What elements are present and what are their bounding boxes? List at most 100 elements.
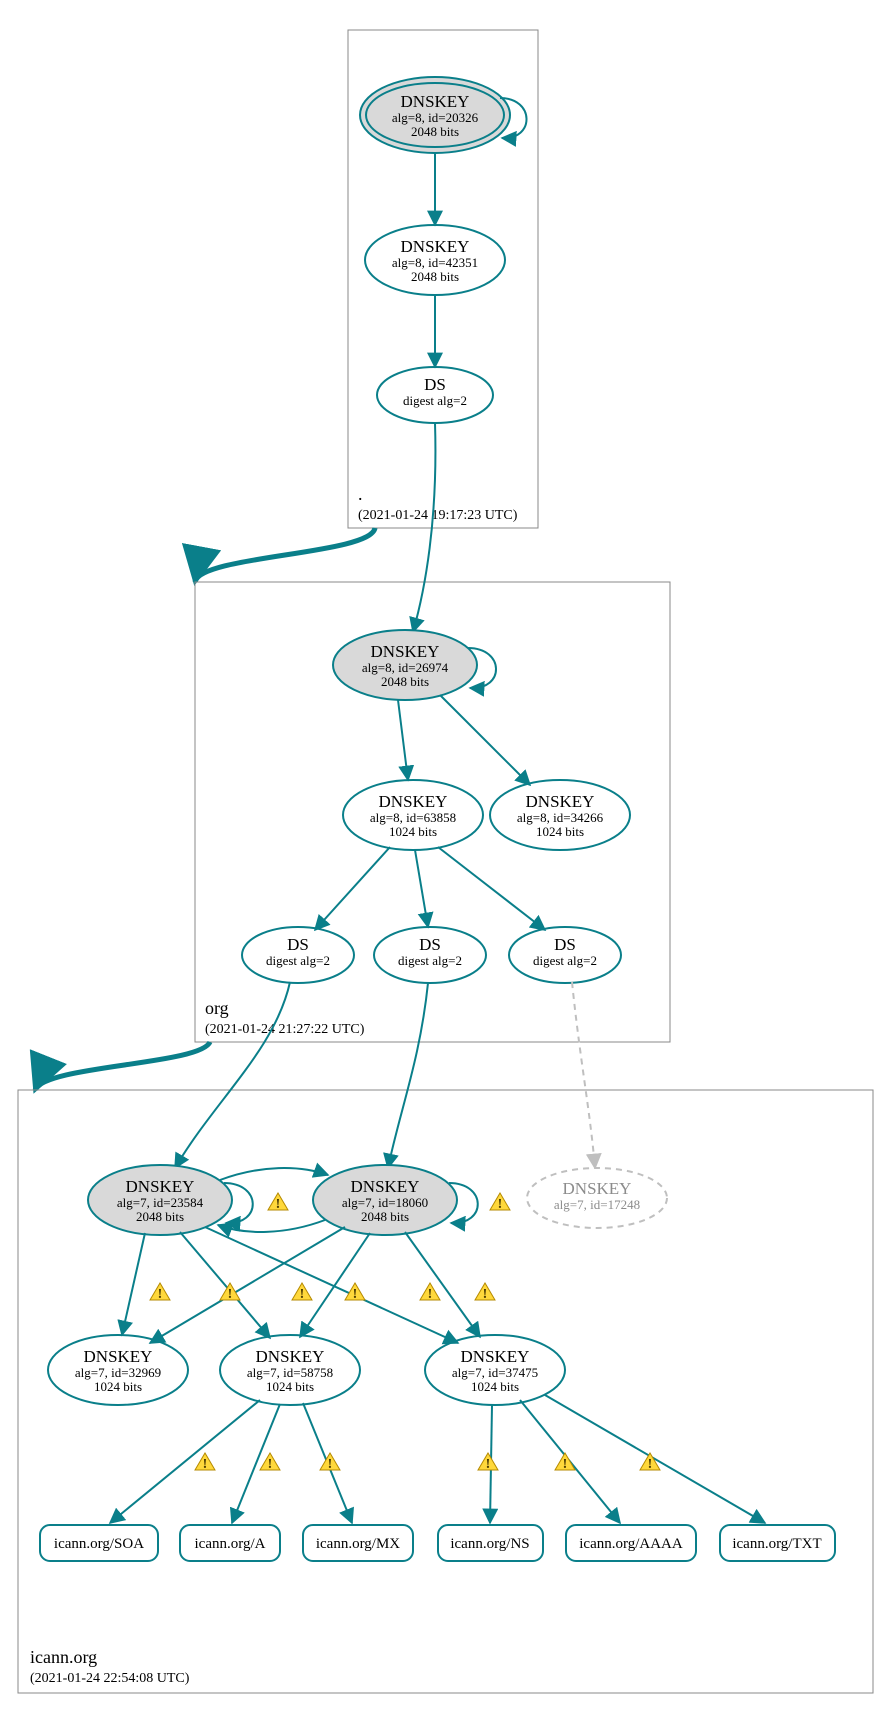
svg-text:DNSKEY: DNSKEY bbox=[401, 237, 470, 256]
svg-text:icann.org/NS: icann.org/NS bbox=[450, 1536, 529, 1552]
node-org-ds3[interactable]: DS digest alg=2 bbox=[509, 927, 621, 983]
zone-root-date: (2021-01-24 19:17:23 UTC) bbox=[358, 508, 518, 523]
svg-text:!: ! bbox=[428, 1287, 433, 1302]
zone-icann-name: icann.org bbox=[30, 1647, 97, 1667]
node-icann-ksk1[interactable]: DNSKEY alg=7, id=23584 2048 bits bbox=[88, 1165, 232, 1235]
svg-text:icann.org/SOA: icann.org/SOA bbox=[54, 1536, 144, 1552]
svg-text:2048 bits: 2048 bits bbox=[361, 1209, 409, 1224]
svg-text:DNSKEY: DNSKEY bbox=[256, 1347, 325, 1366]
svg-text:DNSKEY: DNSKEY bbox=[84, 1347, 153, 1366]
svg-text:DNSKEY: DNSKEY bbox=[126, 1177, 195, 1196]
warning-icon: ! bbox=[268, 1193, 288, 1212]
node-root-ds[interactable]: DS digest alg=2 bbox=[377, 367, 493, 423]
warning-icon: ! bbox=[420, 1283, 440, 1302]
svg-text:1024 bits: 1024 bits bbox=[266, 1379, 314, 1394]
zone-org-name: org bbox=[205, 998, 229, 1018]
svg-text:alg=7, id=37475: alg=7, id=37475 bbox=[452, 1365, 538, 1380]
svg-text:digest alg=2: digest alg=2 bbox=[403, 393, 467, 408]
node-rr-mx[interactable]: icann.org/MX bbox=[303, 1525, 413, 1561]
svg-text:digest alg=2: digest alg=2 bbox=[398, 953, 462, 968]
node-root-ksk[interactable]: DNSKEY alg=8, id=20326 2048 bits bbox=[360, 77, 510, 153]
svg-text:alg=7, id=23584: alg=7, id=23584 bbox=[117, 1195, 204, 1210]
svg-text:alg=7, id=17248: alg=7, id=17248 bbox=[554, 1197, 640, 1212]
node-rr-a[interactable]: icann.org/A bbox=[180, 1525, 280, 1561]
node-icann-ksk2[interactable]: DNSKEY alg=7, id=18060 2048 bits bbox=[313, 1165, 457, 1235]
zone-org-date: (2021-01-24 21:27:22 UTC) bbox=[205, 1022, 365, 1037]
svg-text:alg=7, id=58758: alg=7, id=58758 bbox=[247, 1365, 333, 1380]
warning-icon: ! bbox=[640, 1453, 660, 1472]
warning-icon: ! bbox=[478, 1453, 498, 1472]
svg-text:alg=7, id=32969: alg=7, id=32969 bbox=[75, 1365, 161, 1380]
svg-text:DNSKEY: DNSKEY bbox=[401, 92, 470, 111]
svg-text:!: ! bbox=[563, 1457, 568, 1472]
svg-text:2048 bits: 2048 bits bbox=[411, 269, 459, 284]
svg-text:1024 bits: 1024 bits bbox=[94, 1379, 142, 1394]
warning-icon: ! bbox=[292, 1283, 312, 1302]
svg-text:2048 bits: 2048 bits bbox=[381, 674, 429, 689]
zone-root: . (2021-01-24 19:17:23 UTC) DNSKEY alg=8… bbox=[348, 30, 538, 528]
warning-icon: ! bbox=[475, 1283, 495, 1302]
svg-text:icann.org/TXT: icann.org/TXT bbox=[732, 1536, 821, 1552]
svg-text:icann.org/A: icann.org/A bbox=[195, 1536, 266, 1552]
node-org-ds1[interactable]: DS digest alg=2 bbox=[242, 927, 354, 983]
svg-text:digest alg=2: digest alg=2 bbox=[533, 953, 597, 968]
svg-text:!: ! bbox=[203, 1457, 208, 1472]
svg-text:digest alg=2: digest alg=2 bbox=[266, 953, 330, 968]
svg-text:alg=8, id=20326: alg=8, id=20326 bbox=[392, 110, 479, 125]
svg-text:DS: DS bbox=[287, 935, 309, 954]
svg-text:DS: DS bbox=[419, 935, 441, 954]
node-rr-aaaa[interactable]: icann.org/AAAA bbox=[566, 1525, 696, 1561]
svg-text:!: ! bbox=[158, 1287, 163, 1302]
svg-text:DNSKEY: DNSKEY bbox=[563, 1179, 632, 1198]
warning-icon: ! bbox=[150, 1283, 170, 1302]
svg-text:DNSKEY: DNSKEY bbox=[351, 1177, 420, 1196]
svg-text:!: ! bbox=[268, 1457, 273, 1472]
warning-icon: ! bbox=[260, 1453, 280, 1472]
node-org-ds2[interactable]: DS digest alg=2 bbox=[374, 927, 486, 983]
svg-text:!: ! bbox=[486, 1457, 491, 1472]
node-icann-zsk3[interactable]: DNSKEY alg=7, id=37475 1024 bits bbox=[425, 1335, 565, 1405]
svg-text:!: ! bbox=[228, 1287, 233, 1302]
svg-text:DNSKEY: DNSKEY bbox=[526, 792, 595, 811]
dnssec-graph: . (2021-01-24 19:17:23 UTC) DNSKEY alg=8… bbox=[0, 0, 893, 1721]
svg-text:1024 bits: 1024 bits bbox=[389, 824, 437, 839]
zone-icann-date: (2021-01-24 22:54:08 UTC) bbox=[30, 1671, 190, 1686]
node-root-zsk[interactable]: DNSKEY alg=8, id=42351 2048 bits bbox=[365, 225, 505, 295]
node-rr-txt[interactable]: icann.org/TXT bbox=[720, 1525, 835, 1561]
svg-text:alg=8, id=26974: alg=8, id=26974 bbox=[362, 660, 449, 675]
svg-text:icann.org/AAAA: icann.org/AAAA bbox=[579, 1536, 683, 1552]
svg-text:2048 bits: 2048 bits bbox=[136, 1209, 184, 1224]
node-rr-ns[interactable]: icann.org/NS bbox=[438, 1525, 543, 1561]
svg-text:DS: DS bbox=[424, 375, 446, 394]
node-rr-soa[interactable]: icann.org/SOA bbox=[40, 1525, 158, 1561]
zone-org: org (2021-01-24 21:27:22 UTC) DNSKEY alg… bbox=[195, 423, 670, 1042]
svg-text:!: ! bbox=[648, 1457, 653, 1472]
node-org-zsk2[interactable]: DNSKEY alg=8, id=34266 1024 bits bbox=[490, 780, 630, 850]
svg-text:DNSKEY: DNSKEY bbox=[379, 792, 448, 811]
node-icann-zsk2[interactable]: DNSKEY alg=7, id=58758 1024 bits bbox=[220, 1335, 360, 1405]
svg-text:icann.org/MX: icann.org/MX bbox=[316, 1536, 400, 1552]
svg-text:alg=8, id=63858: alg=8, id=63858 bbox=[370, 810, 456, 825]
svg-text:2048 bits: 2048 bits bbox=[411, 124, 459, 139]
zone-root-name: . bbox=[358, 484, 363, 504]
svg-text:!: ! bbox=[353, 1287, 358, 1302]
svg-text:DS: DS bbox=[554, 935, 576, 954]
svg-text:!: ! bbox=[276, 1197, 281, 1212]
svg-text:!: ! bbox=[300, 1287, 305, 1302]
warning-icon: ! bbox=[220, 1283, 240, 1302]
svg-text:DNSKEY: DNSKEY bbox=[461, 1347, 530, 1366]
node-icann-zsk1[interactable]: DNSKEY alg=7, id=32969 1024 bits bbox=[48, 1335, 188, 1405]
warning-icon: ! bbox=[320, 1453, 340, 1472]
warning-icon: ! bbox=[195, 1453, 215, 1472]
svg-text:alg=7, id=18060: alg=7, id=18060 bbox=[342, 1195, 428, 1210]
node-icann-ksk-missing[interactable]: DNSKEY alg=7, id=17248 bbox=[527, 1168, 667, 1228]
svg-text:alg=8, id=42351: alg=8, id=42351 bbox=[392, 255, 478, 270]
svg-text:!: ! bbox=[483, 1287, 488, 1302]
svg-text:DNSKEY: DNSKEY bbox=[371, 642, 440, 661]
node-org-zsk1[interactable]: DNSKEY alg=8, id=63858 1024 bits bbox=[343, 780, 483, 850]
svg-text:!: ! bbox=[498, 1197, 503, 1212]
node-org-ksk[interactable]: DNSKEY alg=8, id=26974 2048 bits bbox=[333, 630, 477, 700]
svg-text:!: ! bbox=[328, 1457, 333, 1472]
svg-text:1024 bits: 1024 bits bbox=[536, 824, 584, 839]
svg-text:alg=8, id=34266: alg=8, id=34266 bbox=[517, 810, 604, 825]
